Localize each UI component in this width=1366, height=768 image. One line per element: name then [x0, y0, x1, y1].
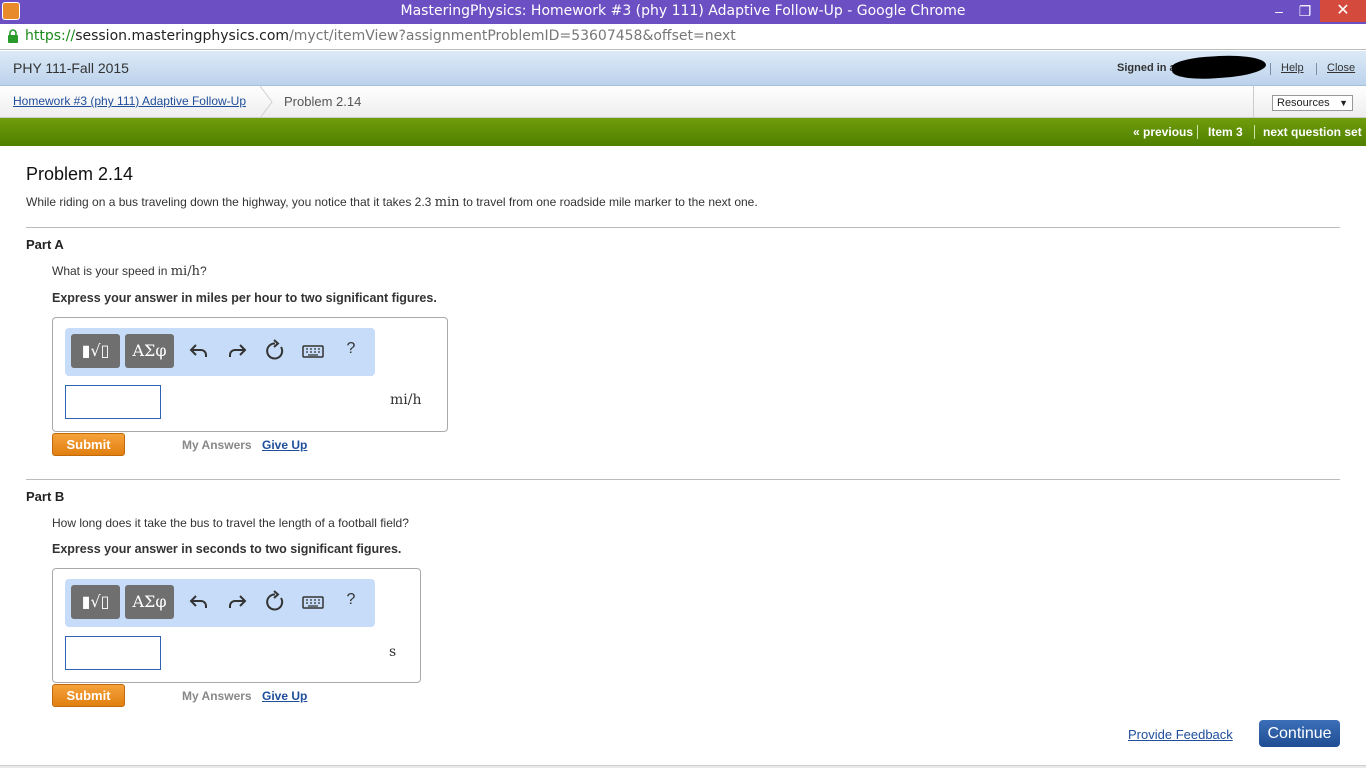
problem-title: Problem 2.14: [26, 164, 134, 184]
window-title: MasteringPhysics: Homework #3 (phy 111) …: [400, 3, 966, 19]
close-window-button[interactable]: ✕: [1320, 0, 1366, 22]
part-a-my-answers[interactable]: My Answers: [182, 438, 252, 452]
next-question-set-link[interactable]: next question set: [1263, 125, 1362, 139]
url-text[interactable]: https://session.masteringphysics.com/myc…: [25, 28, 736, 44]
part-b-give-up-link[interactable]: Give Up: [262, 689, 307, 703]
part-a-answer-input[interactable]: [65, 385, 161, 419]
part-b-my-answers[interactable]: My Answers: [182, 689, 252, 703]
part-a-question-unit: mi/h: [170, 264, 200, 279]
problem-text-before: While riding on a bus traveling down the…: [26, 195, 435, 209]
window-title-bar: MasteringPhysics: Homework #3 (phy 111) …: [0, 0, 1366, 24]
math-toolbar: ▮√▯ ΑΣφ ?: [65, 328, 375, 376]
problem-statement: While riding on a bus traveling down the…: [26, 195, 758, 210]
greek-symbols-icon[interactable]: ΑΣφ: [125, 334, 174, 368]
previous-link[interactable]: « previous: [1133, 125, 1193, 139]
templates-icon[interactable]: ▮√▯: [71, 334, 120, 368]
maximize-button[interactable]: ❐: [1292, 0, 1318, 22]
greek-symbols-icon[interactable]: ΑΣφ: [125, 585, 174, 619]
minimize-button[interactable]: ‒: [1266, 0, 1292, 22]
part-b-answer-input[interactable]: [65, 636, 161, 670]
reset-icon[interactable]: [263, 339, 287, 363]
nav-separator: [1197, 125, 1198, 139]
resources-label: Resources: [1277, 97, 1330, 109]
continue-button[interactable]: Continue: [1259, 720, 1340, 747]
breadcrumb-assignment-link[interactable]: Homework #3 (phy 111) Adaptive Follow-Up: [13, 94, 246, 108]
part-a-question-after: ?: [199, 264, 207, 278]
part-a-question-before: What is your speed in: [52, 264, 171, 278]
close-link[interactable]: Close: [1327, 62, 1355, 74]
url-scheme: https://: [25, 28, 76, 44]
breadcrumb-current: Problem 2.14: [284, 94, 362, 109]
header-separator: [1270, 63, 1271, 75]
divider: [26, 479, 1340, 480]
undo-icon[interactable]: [187, 339, 211, 363]
lock-icon: [8, 29, 18, 43]
part-b-instruction: Express your answer in seconds to two si…: [52, 542, 402, 556]
chevron-down-icon: ▼: [1339, 98, 1348, 108]
part-a-label: Part A: [26, 237, 64, 252]
part-a-answer-box: ▮√▯ ΑΣφ ? mi/h: [52, 317, 448, 432]
url-host: session.masteringphysics.com: [75, 28, 290, 44]
part-b-label: Part B: [26, 489, 65, 504]
part-a-question: What is your speed in mi/h?: [52, 264, 207, 279]
provide-feedback-link[interactable]: Provide Feedback: [1128, 727, 1233, 742]
part-a-instruction: Express your answer in miles per hour to…: [52, 291, 437, 305]
item-number: Item 3: [1208, 125, 1243, 139]
part-a-unit: mi/h: [390, 392, 422, 408]
breadcrumb-chevron-icon: [259, 86, 273, 118]
breadcrumb-divider: [1253, 86, 1254, 118]
problem-text-after: to travel from one roadside mile marker …: [459, 195, 758, 209]
part-a-submit-button[interactable]: Submit: [52, 433, 125, 456]
breadcrumb: Homework #3 (phy 111) Adaptive Follow-Up…: [0, 86, 1366, 118]
part-b-answer-box: ▮√▯ ΑΣφ ? s: [52, 568, 421, 683]
help-icon[interactable]: ?: [343, 340, 359, 362]
redo-icon[interactable]: [225, 590, 249, 614]
course-header: PHY 111-Fall 2015 Signed in as Help Clos…: [0, 51, 1366, 86]
part-a-give-up-link[interactable]: Give Up: [262, 438, 307, 452]
problem-time-unit: min: [434, 195, 460, 210]
divider: [26, 227, 1340, 228]
part-b-submit-button[interactable]: Submit: [52, 684, 125, 707]
resources-dropdown[interactable]: Resources ▼: [1272, 95, 1353, 111]
keyboard-icon[interactable]: [301, 339, 325, 363]
part-b-unit: s: [389, 644, 397, 660]
help-icon[interactable]: ?: [343, 591, 359, 613]
help-link[interactable]: Help: [1281, 62, 1304, 74]
undo-icon[interactable]: [187, 590, 211, 614]
address-bar[interactable]: https://session.masteringphysics.com/myc…: [0, 24, 1366, 50]
part-b-question: How long does it take the bus to travel …: [52, 516, 409, 530]
nav-separator: [1254, 125, 1255, 139]
item-navigation-bar: « previous Item 3 next question set: [0, 118, 1366, 146]
keyboard-icon[interactable]: [301, 590, 325, 614]
redo-icon[interactable]: [225, 339, 249, 363]
math-toolbar: ▮√▯ ΑΣφ ?: [65, 579, 375, 627]
url-path: /myct/itemView?assignmentProblemID=53607…: [289, 28, 736, 44]
templates-icon[interactable]: ▮√▯: [71, 585, 120, 619]
reset-icon[interactable]: [263, 590, 287, 614]
course-title: PHY 111-Fall 2015: [13, 60, 129, 76]
header-separator: [1316, 63, 1317, 75]
